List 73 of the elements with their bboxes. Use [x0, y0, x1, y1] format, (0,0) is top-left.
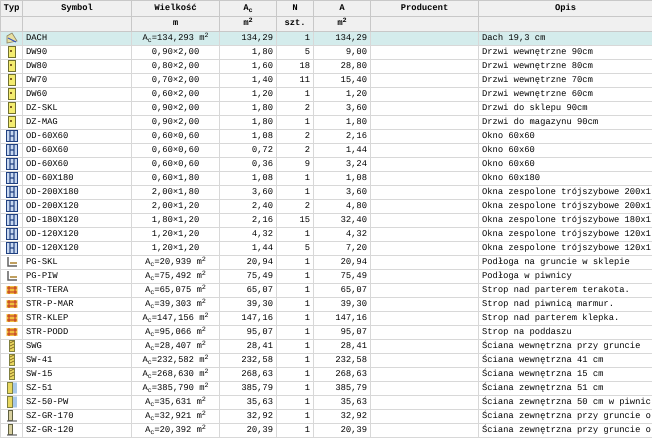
ceiling-icon: [6, 284, 18, 296]
table-row[interactable]: DW80 0,80×2,00 1,60 18 28,80 Drzwi wewnętrzne 80cm: [0, 60, 652, 74]
floor-icon: [6, 256, 18, 268]
door-icon: [6, 102, 18, 114]
wall-icon: [6, 424, 18, 436]
table-row[interactable]: OD-180X120 1,80×1,20 2,16 15 32,40 Okna zespolone trójszybowe 180x1: [0, 214, 652, 228]
door-icon: [6, 46, 18, 58]
window-icon: [6, 144, 18, 156]
table-row[interactable]: DACH A$_{c}$=134,293 m$^{2}$ 134,29 1 134,29 Dach 19,3 cm: [0, 32, 652, 46]
door-icon: [6, 74, 18, 86]
table-row[interactable]: OD-60X60 0,60×0,60 0,72 2 1,44 Okno 60x60: [0, 144, 652, 158]
table-row[interactable]: SZ-51 A$_{c}$=385,790 m$^{2}$ 385,79 1 385,79 Ściana zewnętrzna 51 cm: [0, 382, 652, 396]
table-cell: Ściana zewnętrzna przy gruncie o: [478, 424, 652, 438]
column-header[interactable]: A$_{c}$: [220, 0, 276, 16]
table-row[interactable]: SZ-50-PW A$_{c}$=35,631 m$^{2}$ 35,63 1 35,63 Ściana zewnętrzna 50 cm w piwnic: [0, 396, 652, 410]
table-row[interactable]: STR-KLEP A$_{c}$=147,156 m$^{2}$ 147,16 1 147,16 Strop nad parterem klepka.: [0, 312, 652, 326]
table-cell: 1: [276, 424, 314, 438]
window-icon: [6, 158, 18, 170]
wall-icon: [6, 410, 18, 422]
table-row[interactable]: OD-120X120 1,20×1,20 1,44 5 7,20 Okna zespolone trójszybowe 120x1: [0, 242, 652, 256]
unit-header: m: [132, 16, 220, 32]
table-cell: 20,39: [314, 424, 370, 438]
column-header[interactable]: Opis: [478, 0, 652, 16]
door-icon: [6, 88, 18, 100]
table-row[interactable]: DW70 0,70×2,00 1,40 11 15,40 Drzwi wewnętrzne 70cm: [0, 74, 652, 88]
table-row[interactable]: DZ-SKL 0,90×2,00 1,80 2 3,60 Drzwi do sklepu 90cm: [0, 102, 652, 116]
ceiling-icon: [6, 312, 18, 324]
table-cell: 20,39: [220, 424, 276, 438]
ceiling-icon: [6, 298, 18, 310]
table-row[interactable]: OD-120X120 1,20×1,20 4,32 1 4,32 Okna zespolone trójszybowe 120x1: [0, 228, 652, 242]
roof-icon: [6, 32, 18, 44]
table-row[interactable]: OD-200X120 2,00×1,20 2,40 2 4,80 Okna zespolone trójszybowe 200x1: [0, 200, 652, 214]
column-header[interactable]: Symbol: [22, 0, 132, 16]
column-header[interactable]: Producent: [370, 0, 478, 16]
table-row[interactable]: OD-60X180 0,60×1,80 1,08 1 1,08 Okno 60x180: [0, 172, 652, 186]
table-cell: A$_{c}$=20,392 m$^{2}$: [132, 424, 220, 438]
table-row[interactable]: SWG A$_{c}$=28,407 m$^{2}$ 28,41 1 28,41 Ściana wewnętrzna przy gruncie: [0, 340, 652, 354]
table-cell: SZ-GR-120: [22, 424, 132, 438]
table-row[interactable]: STR-TERA A$_{c}$=65,075 m$^{2}$ 65,07 1 65,07 Strop nad parterem terakota.: [0, 284, 652, 298]
table-row[interactable]: OD-60X60 0,60×0,60 1,08 2 2,16 Okno 60x60: [0, 130, 652, 144]
window-icon: [6, 130, 18, 142]
column-header[interactable]: Typ: [0, 0, 22, 16]
wall-icon: [6, 396, 18, 408]
table-row[interactable]: DW60 0,60×2,00 1,20 1 1,20 Drzwi wewnętrzne 60cm: [0, 88, 652, 102]
table-row[interactable]: SW-41 A$_{c}$=232,582 m$^{2}$ 232,58 1 232,58 Ściana wewnętrzna 41 cm: [0, 354, 652, 368]
door-icon: [6, 116, 18, 128]
floor-icon: [6, 270, 18, 282]
column-header[interactable]: Wielkość: [132, 0, 220, 16]
table-row[interactable]: PG-SKL A$_{c}$=20,939 m$^{2}$ 20,94 1 20,94 Podłoga na gruncie w sklepie: [0, 256, 652, 270]
window-icon: [6, 186, 18, 198]
table-row[interactable]: SZ-GR-170 A$_{c}$=32,921 m$^{2}$ 32,92 1 32,92 Ściana zewnętrzna przy gruncie o: [0, 410, 652, 424]
table-row[interactable]: SZ-GR-120 A$_{c}$=20,392 m$^{2}$ 20,39 1 20,39 Ściana zewnętrzna przy gruncie o: [0, 424, 652, 438]
unit-header: m$^{2}$: [220, 16, 276, 32]
window-icon: [6, 200, 18, 212]
window-icon: [6, 214, 18, 226]
ceiling-icon: [6, 326, 18, 338]
window-icon: [6, 228, 18, 240]
table-row[interactable]: OD-200X180 2,00×1,80 3,60 1 3,60 Okna zespolone trójszybowe 200x1: [0, 186, 652, 200]
table-row[interactable]: OD-60X60 0,60×0,60 0,36 9 3,24 Okno 60x60: [0, 158, 652, 172]
table-row[interactable]: DW90 0,90×2,00 1,80 5 9,00 Drzwi wewnętrzne 90cm: [0, 46, 652, 60]
column-header[interactable]: A: [314, 0, 370, 16]
table-row[interactable]: PG-PIW A$_{c}$=75,492 m$^{2}$ 75,49 1 75,49 Podłoga w piwnicy: [0, 270, 652, 284]
table-row[interactable]: STR-P-MAR A$_{c}$=39,303 m$^{2}$ 39,30 1 39,30 Strop nad piwnicą marmur.: [0, 298, 652, 312]
column-header[interactable]: N: [276, 0, 314, 16]
table-row[interactable]: STR-PODD A$_{c}$=95,066 m$^{2}$ 95,07 1 95,07 Strop na poddaszu: [0, 326, 652, 340]
table-row[interactable]: SW-15 A$_{c}$=268,630 m$^{2}$ 268,63 1 268,63 Ściana wewnętrzna 15 cm: [0, 368, 652, 382]
wall-icon: [6, 382, 18, 394]
window-icon: [6, 172, 18, 184]
unit-header: szt.: [276, 16, 314, 32]
window-icon: [6, 242, 18, 254]
door-icon: [6, 60, 18, 72]
unit-header: m$^{2}$: [314, 16, 370, 32]
table-row[interactable]: DZ-MAG 0,90×2,00 1,80 1 1,80 Drzwi do magazynu 90cm: [0, 116, 652, 130]
